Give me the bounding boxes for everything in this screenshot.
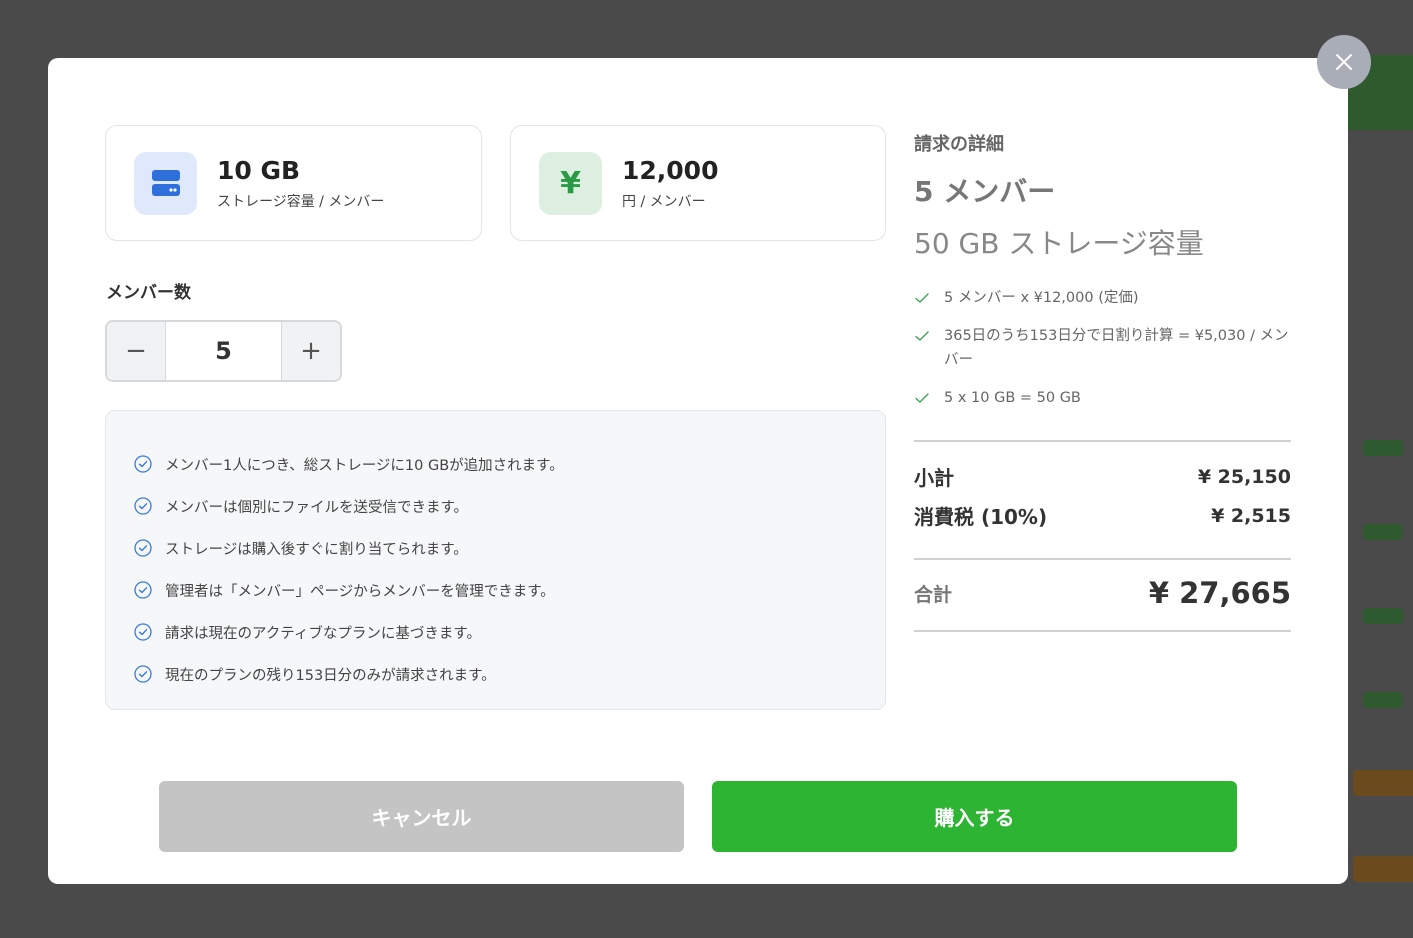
background-badge xyxy=(1363,692,1403,708)
price-card: ¥ 12,000 円 / メンバー xyxy=(510,125,886,241)
calc-item: 5 x 10 GB = 50 GB xyxy=(914,386,1291,410)
yen-icon: ¥ xyxy=(539,151,602,215)
divider xyxy=(914,558,1291,560)
billing-members: 5 メンバー xyxy=(914,175,1056,208)
divider xyxy=(914,630,1291,632)
tax-row: 消費税 (10%) ¥ 2,515 xyxy=(914,501,1291,530)
billing-title: 請求の詳細 xyxy=(914,134,1004,155)
info-item-text: 管理者は「メンバー」ページからメンバーを管理できます。 xyxy=(165,583,555,600)
billing-details: 請求の詳細 5 メンバー 50 GB ストレージ容量 5 メンバー x ¥12,… xyxy=(914,130,1291,424)
subtotal-row: 小計 ¥ 25,150 xyxy=(914,462,1291,491)
calc-item: 5 メンバー x ¥12,000 (定価) xyxy=(914,286,1291,310)
storage-icon xyxy=(134,151,197,215)
purchase-button[interactable]: 購入する xyxy=(712,781,1237,852)
info-list-item: メンバーは個別にファイルを送受信できます。 xyxy=(134,485,885,527)
info-list-item: 管理者は「メンバー」ページからメンバーを管理できます。 xyxy=(134,569,885,611)
close-button[interactable] xyxy=(1317,35,1371,89)
subtotal-label: 小計 xyxy=(914,466,954,490)
total-row: 合計 ¥ 27,665 xyxy=(914,576,1291,610)
divider xyxy=(914,440,1291,442)
price-label: 円 / メンバー xyxy=(622,193,706,210)
background-tag xyxy=(1353,856,1413,882)
increment-button[interactable]: + xyxy=(281,322,340,380)
total-value: ¥ 27,665 xyxy=(1148,576,1291,610)
info-list: メンバー1人につき、総ストレージに10 GBが追加されます。 メンバーは個別にファ… xyxy=(105,410,886,710)
check-circle-icon xyxy=(134,581,152,599)
info-item-text: メンバー1人につき、総ストレージに10 GBが追加されます。 xyxy=(165,457,564,474)
info-list-item: 請求は現在のアクティブなプランに基づきます。 xyxy=(134,611,885,653)
info-item-text: ストレージは購入後すぐに割り当てられます。 xyxy=(165,541,468,558)
decrement-button[interactable]: − xyxy=(107,322,166,380)
total-label: 合計 xyxy=(914,583,953,606)
check-circle-icon xyxy=(134,539,152,557)
info-item-text: 現在のプランの残り153日分のみが請求されます。 xyxy=(165,667,496,684)
info-item-text: メンバーは個別にファイルを送受信できます。 xyxy=(165,499,469,516)
calc-item-text: 365日のうち153日分で日割り計算 = ¥5,030 / メンバー xyxy=(944,328,1289,368)
info-list-item: 現在のプランの残り153日分のみが請求されます。 xyxy=(134,653,885,695)
background-tag xyxy=(1353,770,1413,796)
check-circle-icon xyxy=(134,455,152,473)
background-badge xyxy=(1363,608,1403,624)
check-icon xyxy=(915,393,929,403)
calc-item-text: 5 メンバー x ¥12,000 (定価) xyxy=(944,290,1139,306)
storage-card: 10 GB ストレージ容量 / メンバー xyxy=(105,125,482,241)
close-icon xyxy=(1336,54,1352,70)
background-badge xyxy=(1363,440,1403,456)
cancel-button[interactable]: キャンセル xyxy=(159,781,684,852)
calc-item: 365日のうち153日分で日割り計算 = ¥5,030 / メンバー xyxy=(914,324,1291,372)
info-item-text: 請求は現在のアクティブなプランに基づきます。 xyxy=(165,625,481,642)
price-value: 12,000 xyxy=(622,155,719,185)
calculation-list: 5 メンバー x ¥12,000 (定価) 365日のうち153日分で日割り計算 … xyxy=(914,286,1291,410)
check-circle-icon xyxy=(134,665,152,683)
subtotal-value: ¥ 25,150 xyxy=(1197,465,1291,488)
check-icon xyxy=(915,331,929,341)
tax-label: 消費税 (10%) xyxy=(914,505,1048,529)
storage-value: 10 GB xyxy=(217,155,301,185)
calc-item-text: 5 x 10 GB = 50 GB xyxy=(944,390,1081,406)
info-list-item: ストレージは購入後すぐに割り当てられます。 xyxy=(134,527,885,569)
check-circle-icon xyxy=(134,497,152,515)
background-badge xyxy=(1363,524,1403,540)
info-list-item: メンバー1人につき、総ストレージに10 GBが追加されます。 xyxy=(134,443,885,485)
storage-label: ストレージ容量 / メンバー xyxy=(217,193,385,210)
check-circle-icon xyxy=(134,623,152,641)
billing-storage: 50 GB ストレージ容量 xyxy=(914,227,1204,260)
member-count-value[interactable]: 5 xyxy=(166,322,281,380)
member-count-label: メンバー数 xyxy=(106,283,191,303)
member-count-stepper: − 5 + xyxy=(105,320,342,382)
tax-value: ¥ 2,515 xyxy=(1211,504,1291,527)
check-icon xyxy=(915,293,929,303)
purchase-dialog: 10 GB ストレージ容量 / メンバー ¥ 12,000 円 / メンバー メ… xyxy=(48,58,1348,884)
